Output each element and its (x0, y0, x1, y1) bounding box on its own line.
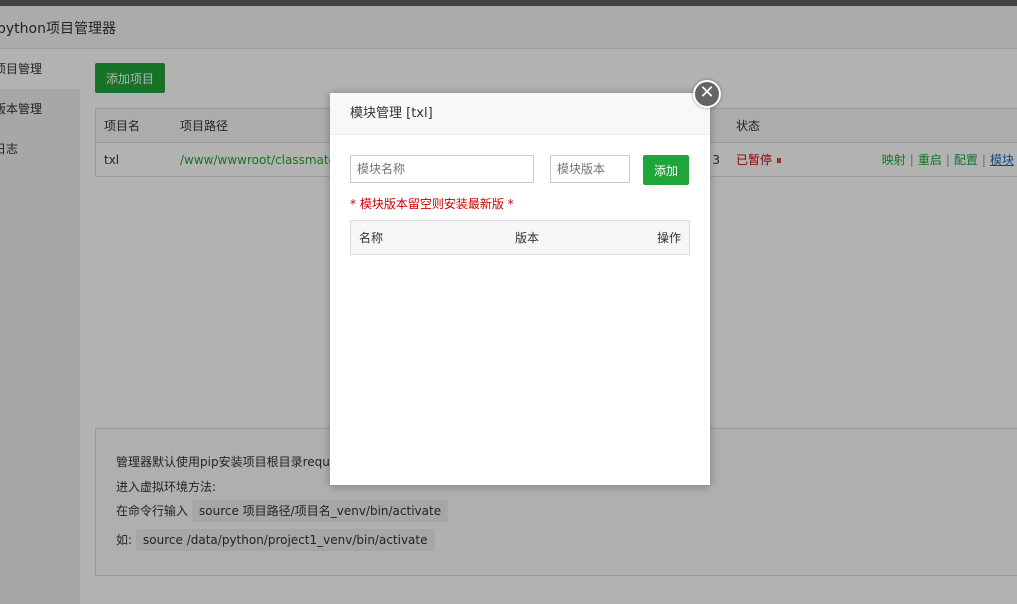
close-icon[interactable]: ✕ (693, 80, 721, 108)
module-table: 名称 版本 操作 (350, 220, 690, 255)
module-version-input[interactable] (550, 155, 630, 183)
module-table-header: 名称 版本 操作 (350, 220, 690, 255)
module-name-input[interactable] (350, 155, 534, 183)
col-module-name: 名称 (350, 220, 507, 255)
dialog-title: 模块管理 [txl] (330, 93, 710, 135)
module-manager-dialog: 模块管理 [txl] 添加 * 模块版本留空则安装最新版 * 名称 版本 操作 (330, 93, 710, 485)
add-module-button[interactable]: 添加 (643, 155, 689, 185)
col-module-version: 版本 (507, 220, 598, 255)
version-hint: * 模块版本留空则安装最新版 * (350, 197, 514, 211)
col-module-actions: 操作 (597, 220, 690, 255)
